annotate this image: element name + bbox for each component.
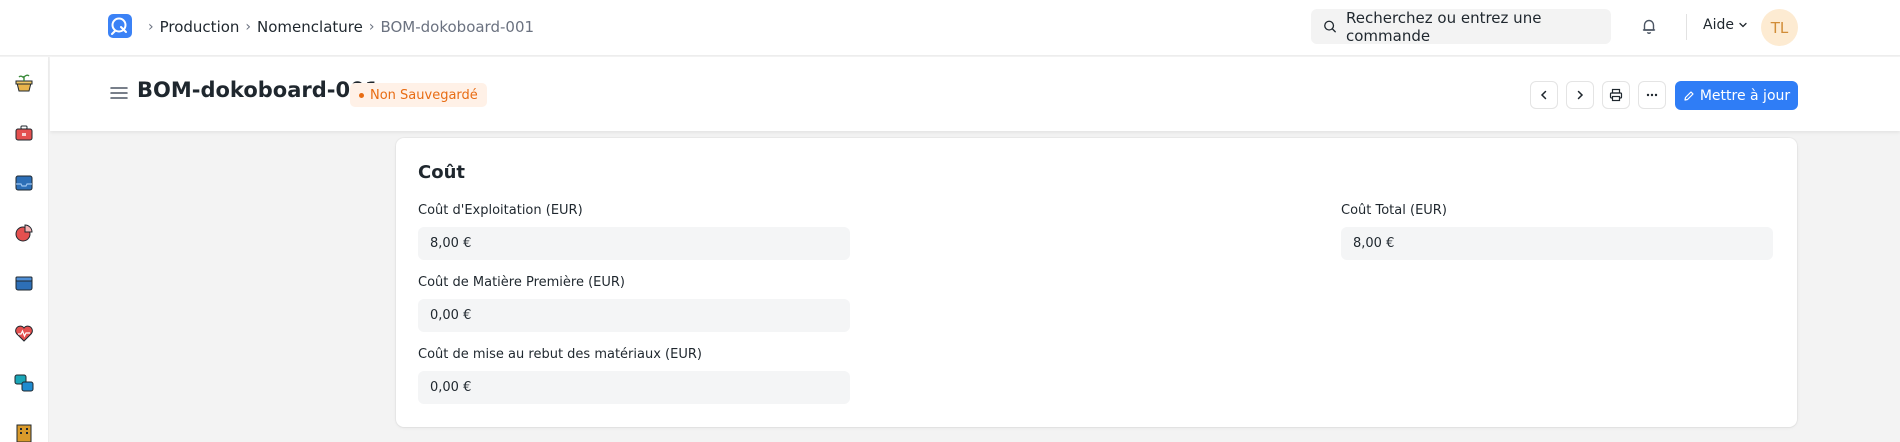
- search-icon: [1324, 20, 1336, 33]
- building-icon[interactable]: [13, 422, 35, 442]
- help-dropdown[interactable]: Aide: [1703, 17, 1748, 33]
- operating-cost-field[interactable]: 8,00 €: [418, 227, 850, 260]
- cost-section-card: Coût Coût d'Exploitation (EUR) 8,00 € Co…: [396, 138, 1797, 427]
- raw-material-cost-field[interactable]: 0,00 €: [418, 299, 850, 332]
- update-button[interactable]: Mettre à jour: [1675, 81, 1798, 110]
- printer-icon: [1609, 88, 1623, 102]
- breadcrumb-current[interactable]: BOM-dokoboard-001: [380, 18, 534, 36]
- plant-icon[interactable]: [13, 72, 35, 94]
- chevron-right-icon: ›: [368, 19, 375, 35]
- total-cost-field[interactable]: 8,00 €: [1341, 227, 1773, 260]
- inbox-icon[interactable]: [13, 172, 35, 194]
- navbar-divider: [1686, 14, 1687, 40]
- more-horizontal-icon: [1646, 93, 1658, 97]
- update-button-label: Mettre à jour: [1699, 87, 1791, 104]
- archive-icon[interactable]: [13, 272, 35, 294]
- print-button[interactable]: [1602, 81, 1630, 109]
- raw-material-cost-label: Coût de Matière Première (EUR): [418, 275, 625, 290]
- status-badge-label: Non Sauvegardé: [370, 87, 478, 103]
- pie-chart-icon[interactable]: [13, 222, 35, 244]
- scrap-material-cost-label: Coût de mise au rebut des matériaux (EUR…: [418, 347, 702, 362]
- page-title: BOM-dokoboard-001: [137, 78, 380, 102]
- avatar[interactable]: TL: [1761, 9, 1798, 46]
- breadcrumb-production[interactable]: Production: [160, 18, 240, 36]
- chevron-right-icon: ›: [245, 19, 252, 35]
- scrap-material-cost-field[interactable]: 0,00 €: [418, 371, 850, 404]
- next-button[interactable]: [1566, 81, 1594, 109]
- chevron-right-icon: [1577, 90, 1584, 100]
- total-cost-label: Coût Total (EUR): [1341, 203, 1447, 218]
- search-input[interactable]: Recherchez ou entrez une commande: [1311, 8, 1611, 45]
- navbar: › Production › Nomenclature › BOM-dokobo…: [0, 0, 1900, 56]
- notification-bell-icon[interactable]: [1640, 17, 1658, 35]
- pencil-icon: [1684, 90, 1694, 101]
- heart-monitor-icon[interactable]: [13, 322, 35, 344]
- chevron-down-icon: [1739, 22, 1747, 28]
- breadcrumb-nomenclature[interactable]: Nomenclature: [257, 18, 363, 36]
- status-dot-icon: [359, 92, 364, 98]
- page-head: BOM-dokoboard-001 Non Sauvegardé Mettre: [50, 57, 1900, 131]
- shapes-icon[interactable]: [13, 372, 35, 394]
- more-actions-button[interactable]: [1638, 81, 1666, 109]
- status-badge: Non Sauvegardé: [350, 83, 487, 107]
- previous-button[interactable]: [1530, 81, 1558, 109]
- section-title: Coût: [418, 162, 465, 183]
- operating-cost-label: Coût d'Exploitation (EUR): [418, 203, 583, 218]
- sidebar: [0, 57, 49, 442]
- menu-toggle-icon[interactable]: [110, 85, 128, 101]
- help-label: Aide: [1703, 17, 1734, 33]
- app-logo-icon[interactable]: [108, 14, 132, 38]
- chevron-right-icon: ›: [148, 19, 154, 35]
- breadcrumb: › Production › Nomenclature › BOM-dokobo…: [142, 17, 534, 37]
- chevron-left-icon: [1540, 90, 1547, 100]
- search-placeholder: Recherchez ou entrez une commande: [1345, 8, 1542, 45]
- toolbox-icon[interactable]: [13, 122, 35, 144]
